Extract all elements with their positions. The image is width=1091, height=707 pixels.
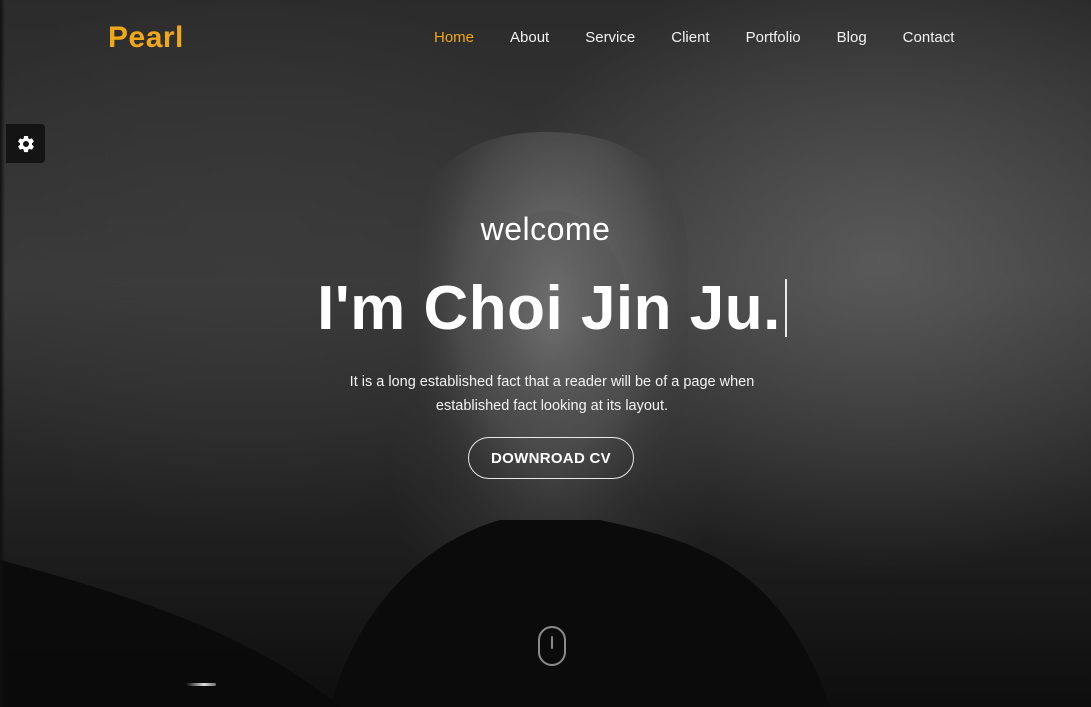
hero-description-line-1: It is a long established fact that a rea… <box>349 374 755 390</box>
nav-item-home[interactable]: Home <box>434 29 474 46</box>
nav-item-service[interactable]: Service <box>585 29 635 46</box>
hero-background-image <box>0 131 830 707</box>
settings-toggle-button[interactable] <box>6 124 45 163</box>
hero-title: I'm Choi Jin Ju. <box>317 274 781 343</box>
gear-icon <box>17 135 34 152</box>
nav-item-about[interactable]: About <box>510 29 549 46</box>
main-nav: Home About Service Client Portfolio Blog… <box>434 29 954 46</box>
nav-item-client[interactable]: Client <box>671 29 709 46</box>
nav-item-blog[interactable]: Blog <box>837 29 867 46</box>
download-cv-button[interactable]: DOWNROAD CV <box>468 437 634 479</box>
hero-welcome-text: welcome <box>480 211 611 247</box>
light-streak <box>186 683 216 686</box>
nav-item-contact[interactable]: Contact <box>903 29 955 46</box>
hero-description: It is a long established fact that a rea… <box>0 370 1091 418</box>
hero-title-wrapper: I'm Choi Jin Ju. <box>0 273 1091 344</box>
mouse-wheel <box>551 636 553 649</box>
brand-logo[interactable]: Pearl <box>108 21 184 55</box>
nav-item-portfolio[interactable]: Portfolio <box>746 29 801 46</box>
hero-description-line-2: established fact looking at its layout. <box>435 398 669 414</box>
mouse-scroll-icon[interactable] <box>538 626 566 666</box>
hero-section: Pearl Home About Service Client Portfoli… <box>0 0 1091 707</box>
typing-caret <box>784 279 787 337</box>
